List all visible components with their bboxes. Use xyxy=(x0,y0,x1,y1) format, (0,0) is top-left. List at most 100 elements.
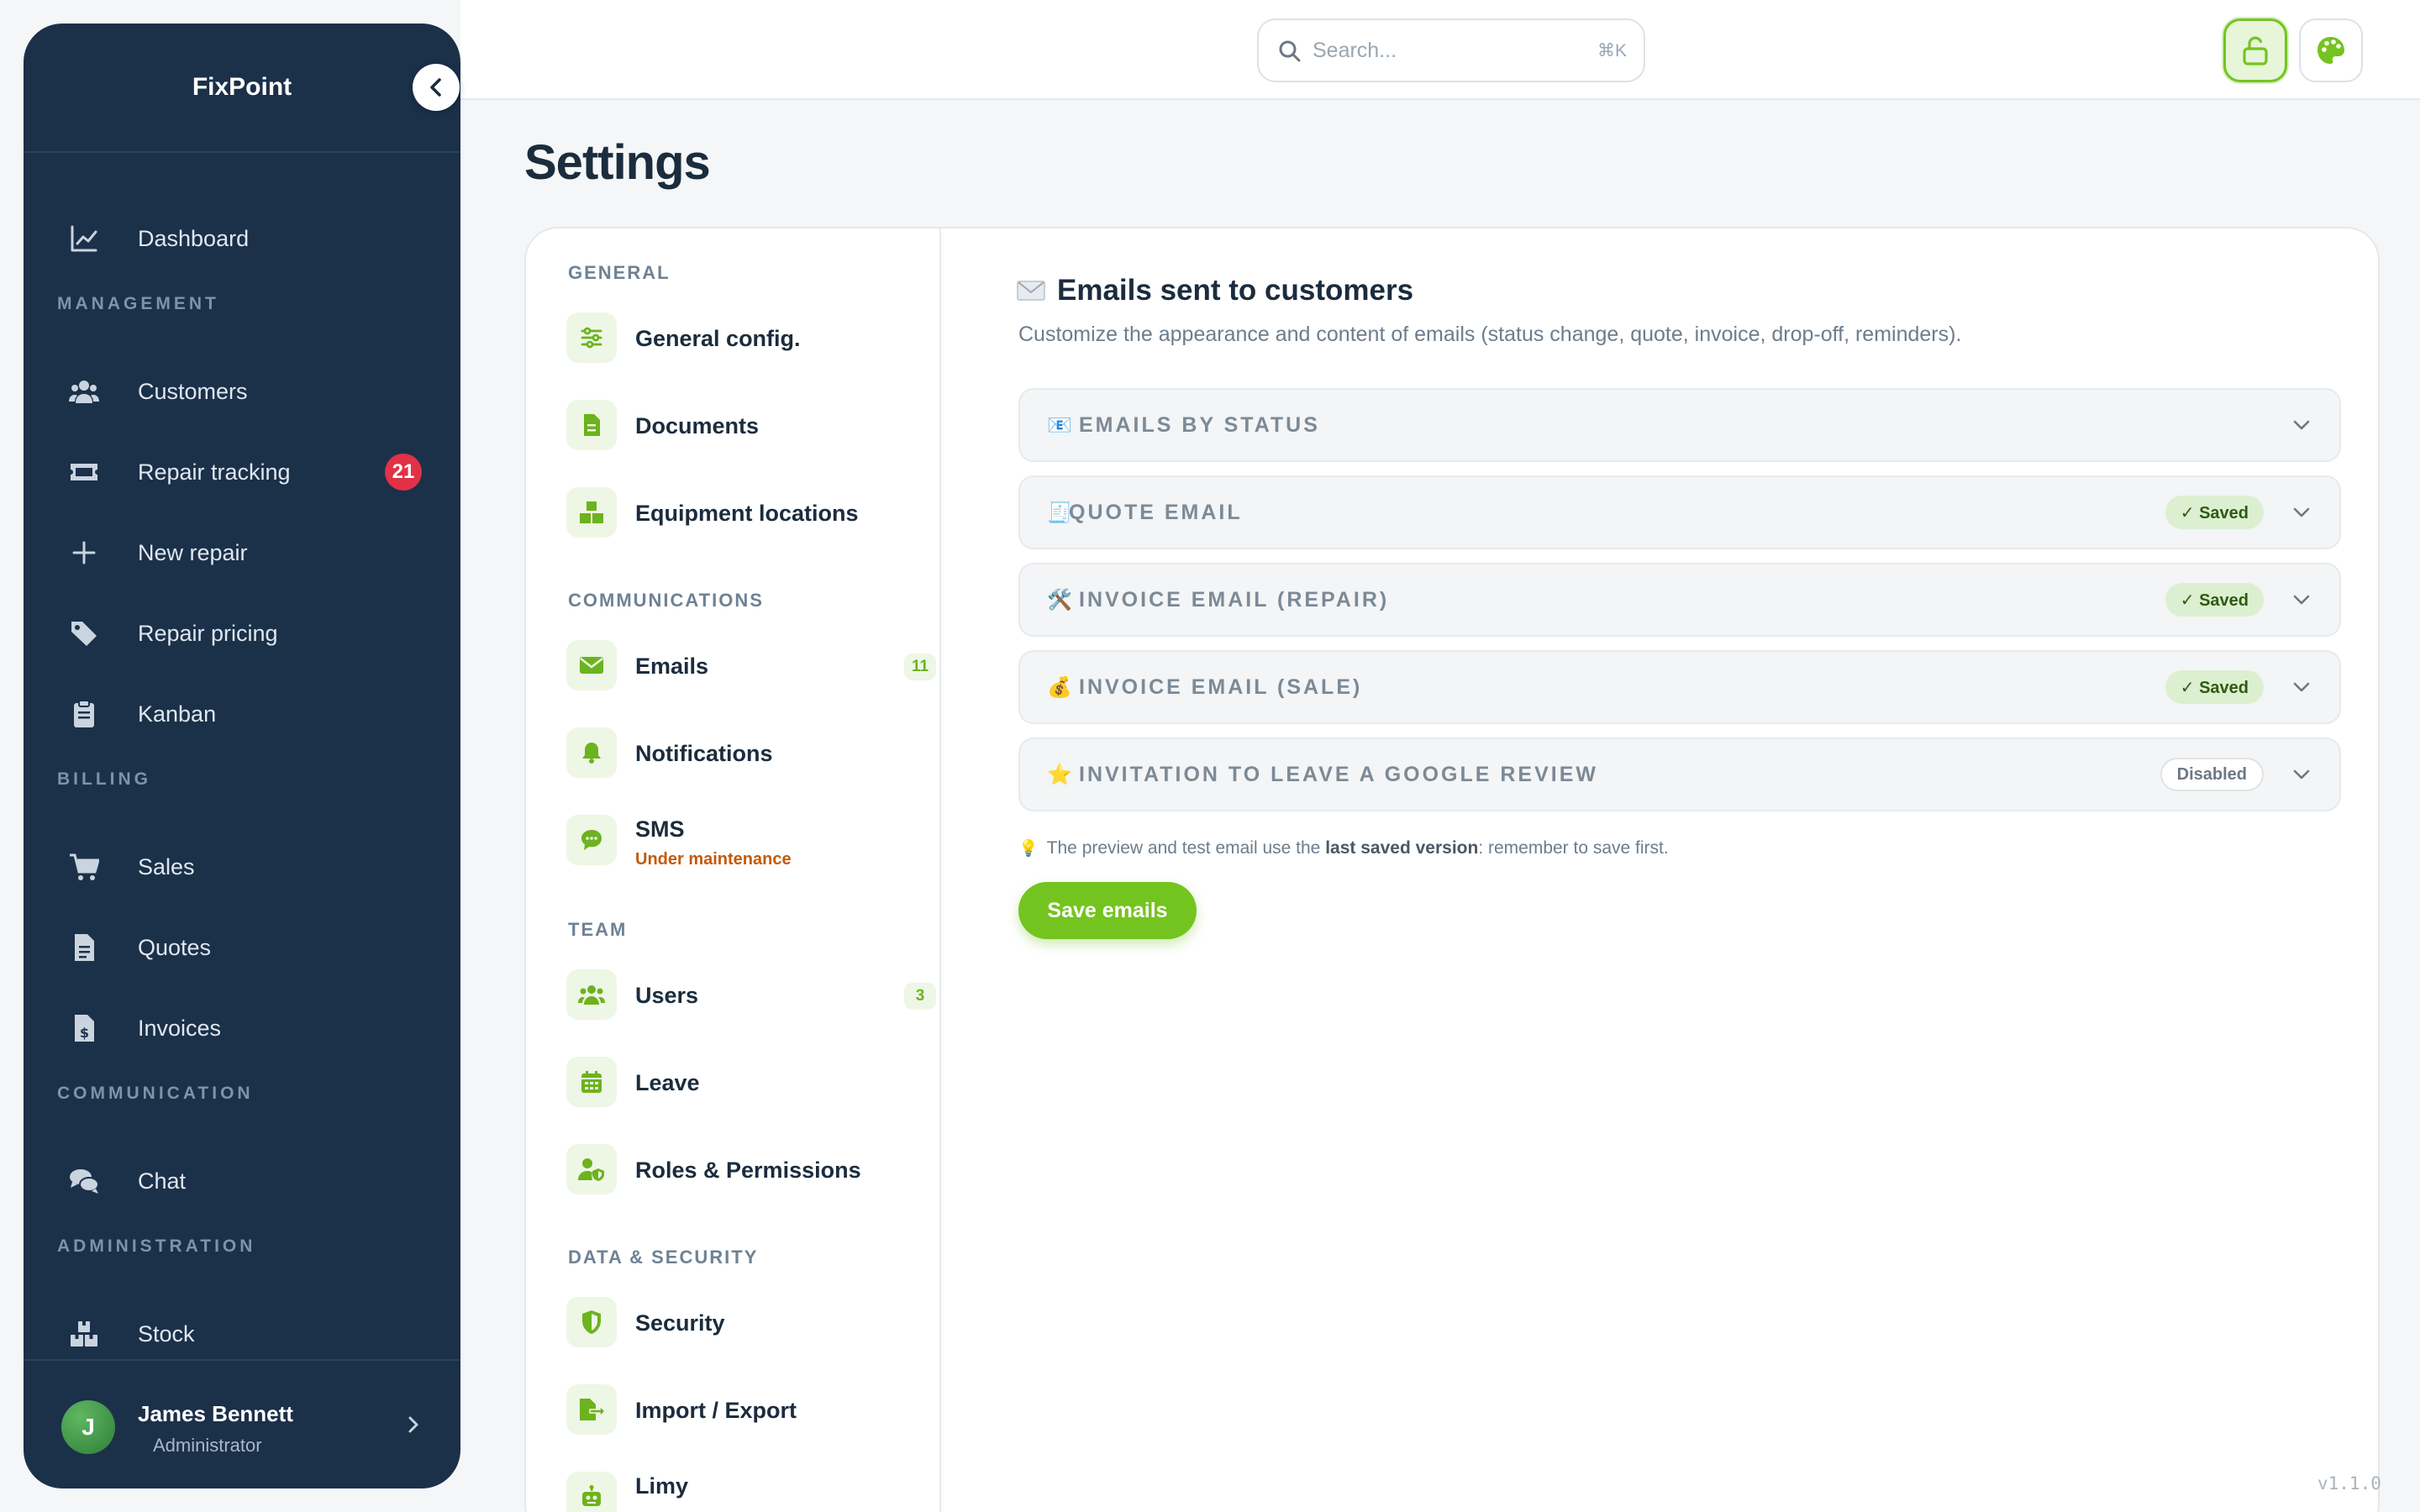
file-export-icon xyxy=(566,1384,617,1435)
sliders-icon xyxy=(566,312,617,363)
tags-icon xyxy=(71,622,97,646)
accordion-title: EMAILS BY STATUS xyxy=(1079,412,1320,437)
search-input[interactable]: Search... ⌘K xyxy=(1257,18,1645,82)
search-icon xyxy=(1279,40,1301,62)
settings-item-sms[interactable]: SMS Under maintenance xyxy=(566,810,919,874)
chart-line-icon xyxy=(71,225,97,252)
user-role: Administrator xyxy=(153,1435,262,1456)
file-lines-icon xyxy=(75,934,94,961)
accordion-emails-by-status[interactable]: 📧 EMAILS BY STATUS xyxy=(1018,388,2341,462)
sidebar-item-label: Dashboard xyxy=(138,225,250,251)
user-name: James Bennett xyxy=(138,1401,293,1426)
sidebar-item-chat[interactable]: Chat xyxy=(24,1151,460,1211)
settings-item-security[interactable]: Security xyxy=(566,1292,919,1356)
settings-item-emails[interactable]: Emails 11 xyxy=(566,635,936,699)
chevron-down-icon xyxy=(2293,420,2310,430)
hint-text-before: The preview and test email use the xyxy=(1046,838,1321,858)
save-hint: 💡 The preview and test email use the las… xyxy=(1018,838,1669,858)
star-icon: ⭐ xyxy=(1047,763,1072,786)
section-billing: BILLING xyxy=(57,769,151,789)
sidebar-item-label: Invoices xyxy=(138,1015,222,1041)
ticket-icon xyxy=(71,464,97,480)
search-shortcut: ⌘K xyxy=(1597,40,1627,60)
sms-icon xyxy=(566,815,617,865)
theme-button[interactable] xyxy=(2299,18,2363,82)
sidebar-item-quotes[interactable]: Quotes xyxy=(24,917,460,978)
sidebar-item-repair-tracking[interactable]: Repair tracking 21 xyxy=(24,442,460,502)
sidebar-item-new-repair[interactable]: New repair xyxy=(24,522,460,583)
file-dollar-icon: $ xyxy=(75,1015,94,1042)
sidebar-item-label: Kanban xyxy=(138,701,217,727)
sidebar-item-repair-pricing[interactable]: Repair pricing xyxy=(24,603,460,664)
settings-item-import-export[interactable]: Import / Export xyxy=(566,1379,919,1443)
emails-count-badge: 11 xyxy=(904,654,936,680)
sidebar-item-label: Stock xyxy=(138,1320,195,1347)
sidebar-item-label: Quotes xyxy=(138,934,212,960)
avatar: J xyxy=(61,1400,115,1454)
users-icon xyxy=(69,381,99,403)
hint-text-after: : remember to save first. xyxy=(1478,838,1669,858)
settings-item-label: Documents xyxy=(635,413,760,438)
accordion-title: INVOICE EMAIL (REPAIR) xyxy=(1079,587,1390,612)
boxes-icon xyxy=(71,1321,97,1347)
bell-icon xyxy=(566,727,617,778)
brand-logo[interactable]: FixPoint xyxy=(24,24,460,153)
collapse-sidebar-button[interactable] xyxy=(413,64,460,111)
plus-icon xyxy=(72,541,96,564)
top-bar: Search... ⌘K xyxy=(460,0,2420,100)
settings-item-general-config[interactable]: General config. xyxy=(566,307,919,371)
accordion-invoice-email-sale[interactable]: 💰 INVOICE EMAIL (SALE) ✓ Saved xyxy=(1018,650,2341,724)
settings-item-label: Security xyxy=(635,1310,725,1336)
tools-icon: 🛠️ xyxy=(1047,588,1072,612)
sidebar: FixPoint Dashboard MANAGEMENT Customers … xyxy=(24,24,460,1488)
sidebar-item-customers[interactable]: Customers xyxy=(24,361,460,422)
sidebar-item-dashboard[interactable]: Dashboard xyxy=(24,208,460,269)
sidebar-item-label: Repair tracking xyxy=(138,459,291,485)
settings-item-users[interactable]: Users 3 xyxy=(566,964,936,1028)
save-emails-button[interactable]: Save emails xyxy=(1018,882,1197,939)
chevron-left-icon xyxy=(430,78,441,97)
sidebar-item-label: Chat xyxy=(138,1168,187,1194)
app-root: FixPoint Dashboard MANAGEMENT Customers … xyxy=(0,0,2420,1512)
accordion-google-review[interactable]: ⭐ INVITATION TO LEAVE A GOOGLE REVIEW Di… xyxy=(1018,738,2341,811)
settings-section-communications: COMMUNICATIONS xyxy=(568,590,764,611)
accordion-title: INVITATION TO LEAVE A GOOGLE REVIEW xyxy=(1079,762,1598,786)
settings-item-label: Users xyxy=(635,983,699,1008)
settings-item-label: Notifications xyxy=(635,741,773,766)
user-shield-icon xyxy=(566,1144,617,1194)
settings-item-limy[interactable]: Limy xyxy=(566,1467,919,1512)
svg-text:$: $ xyxy=(80,1025,89,1041)
settings-item-leave[interactable]: Leave xyxy=(566,1052,919,1116)
email-status-icon: 📧 xyxy=(1047,413,1072,437)
settings-item-roles[interactable]: Roles & Permissions xyxy=(566,1139,919,1203)
unlock-icon xyxy=(2243,36,2268,66)
accordion-title: QUOTE EMAIL xyxy=(1069,500,1243,524)
sidebar-item-kanban[interactable]: Kanban xyxy=(24,684,460,744)
user-profile[interactable]: J James Bennett Administrator xyxy=(24,1359,460,1488)
users-icon xyxy=(566,969,617,1020)
settings-item-documents[interactable]: Documents xyxy=(566,395,919,459)
money-bag-icon: 💰 xyxy=(1047,675,1072,699)
accordion-invoice-email-repair[interactable]: 🛠️ INVOICE EMAIL (REPAIR) ✓ Saved xyxy=(1018,563,2341,637)
section-administration: ADMINISTRATION xyxy=(57,1236,256,1256)
sidebar-item-stock[interactable]: Stock xyxy=(24,1304,460,1364)
status-badge: ✓ Saved xyxy=(2165,583,2264,617)
status-badge: ✓ Saved xyxy=(2165,496,2264,529)
settings-item-notifications[interactable]: Notifications xyxy=(566,722,919,786)
divider xyxy=(939,228,941,1512)
accordion-quote-email[interactable]: 🧾 QUOTE EMAIL ✓ Saved xyxy=(1018,475,2341,549)
robot-icon xyxy=(566,1472,617,1512)
status-badge: ✓ Saved xyxy=(2165,670,2264,704)
version-label: v1.1.0 xyxy=(2317,1473,2381,1494)
palette-icon xyxy=(2317,37,2344,64)
hint-text-bold: last saved version xyxy=(1325,838,1479,858)
lock-button[interactable] xyxy=(2223,18,2287,82)
calendar-icon xyxy=(566,1057,617,1107)
settings-item-label: Leave xyxy=(635,1070,700,1095)
clipboard-icon xyxy=(74,700,94,727)
chevron-down-icon xyxy=(2293,595,2310,605)
sidebar-item-invoices[interactable]: $ Invoices xyxy=(24,998,460,1058)
settings-item-equipment-locations[interactable]: Equipment locations xyxy=(566,482,919,546)
section-title-text: Emails sent to customers xyxy=(1057,274,1414,307)
sidebar-item-sales[interactable]: Sales xyxy=(24,837,460,897)
